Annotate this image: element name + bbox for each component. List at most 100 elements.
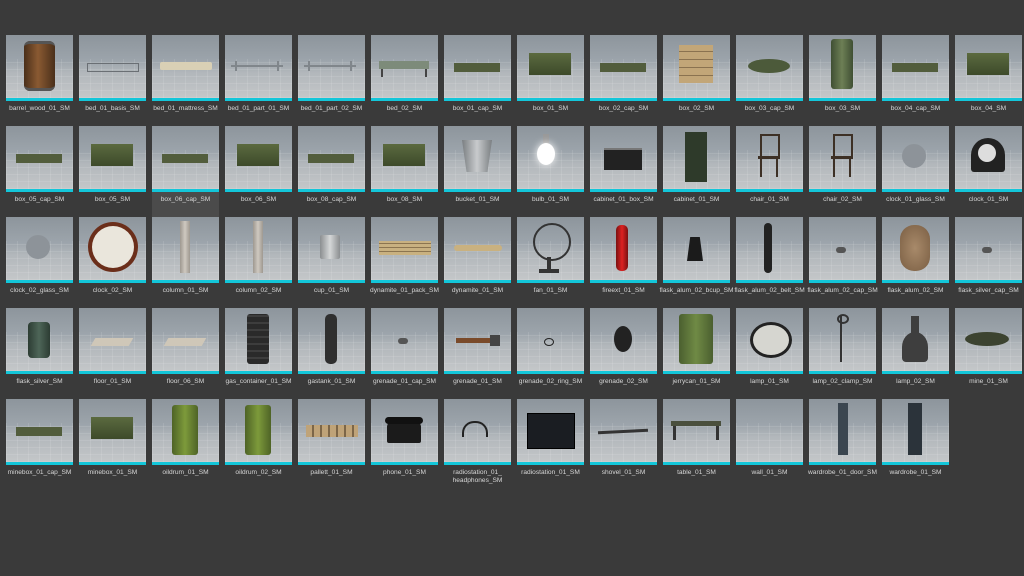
- asset-tile[interactable]: box_08_cap_SM: [298, 126, 365, 217]
- asset-type-bar: [809, 280, 876, 283]
- lamp-clamp-icon: [809, 308, 876, 371]
- asset-type-bar: [736, 462, 803, 465]
- flask-cup-icon: [663, 217, 730, 280]
- asset-tile[interactable]: box_04_SM: [955, 35, 1022, 126]
- asset-tile[interactable]: bulb_01_SM: [517, 126, 584, 217]
- asset-tile[interactable]: cabinet_01_box_SM: [590, 126, 657, 217]
- asset-tile[interactable]: grenade_01_SM: [444, 308, 511, 399]
- asset-tile[interactable]: box_01_SM: [517, 35, 584, 126]
- asset-label: box_03_cap_SM: [744, 105, 795, 112]
- asset-tile[interactable]: bed_01_part_01_SM: [225, 35, 292, 126]
- asset-tile[interactable]: column_01_SM: [152, 217, 219, 308]
- cot-icon: [371, 35, 438, 98]
- asset-tile[interactable]: box_06_SM: [225, 126, 292, 217]
- asset-tile[interactable]: lamp_02_SM: [882, 308, 949, 399]
- asset-tile[interactable]: clock_01_SM: [955, 126, 1022, 217]
- asset-tile[interactable]: flask_silver_cap_SM: [955, 217, 1022, 308]
- asset-thumbnail: [809, 308, 876, 371]
- asset-tile[interactable]: box_02_SM: [663, 35, 730, 126]
- asset-thumbnail: [298, 399, 365, 462]
- asset-label: gastank_01_SM: [307, 378, 356, 385]
- asset-tile[interactable]: box_03_cap_SM: [736, 35, 803, 126]
- asset-tile[interactable]: wall_01_SM: [736, 399, 803, 490]
- asset-tile[interactable]: wardrobe_01_SM: [882, 399, 949, 490]
- asset-type-bar: [79, 98, 146, 101]
- asset-label: radiostation_01_ headphones_SM: [452, 469, 503, 484]
- asset-tile[interactable]: box_02_cap_SM: [590, 35, 657, 126]
- asset-tile[interactable]: dynamite_01_SM: [444, 217, 511, 308]
- asset-tile[interactable]: box_05_cap_SM: [6, 126, 73, 217]
- asset-thumbnail: [79, 217, 146, 280]
- asset-tile[interactable]: flask_alum_02_cap_SM: [807, 217, 878, 308]
- fire-extinguisher-icon: [590, 217, 657, 280]
- asset-tile[interactable]: gastank_01_SM: [298, 308, 365, 399]
- asset-tile[interactable]: box_04_cap_SM: [882, 35, 949, 126]
- asset-tile[interactable]: bed_01_basis_SM: [79, 35, 146, 126]
- asset-tile[interactable]: bed_01_mattress_SM: [152, 35, 219, 126]
- asset-tile[interactable]: lamp_02_clamp_SM: [809, 308, 876, 399]
- box-icon: [371, 126, 438, 189]
- asset-tile[interactable]: oildrum_02_SM: [225, 399, 292, 490]
- asset-tile[interactable]: cup_01_SM: [298, 217, 365, 308]
- asset-tile[interactable]: flask_silver_SM: [6, 308, 73, 399]
- asset-tile[interactable]: grenade_02_SM: [590, 308, 657, 399]
- asset-tile[interactable]: radiostation_01_SM: [517, 399, 584, 490]
- asset-tile[interactable]: wardrobe_01_door_SM: [808, 399, 877, 490]
- asset-tile[interactable]: flask_alum_02_SM: [882, 217, 949, 308]
- asset-tile[interactable]: chair_01_SM: [736, 126, 803, 217]
- asset-type-bar: [663, 189, 730, 192]
- asset-tile[interactable]: grenade_02_ring_SM: [517, 308, 584, 399]
- asset-tile[interactable]: flask_alum_02_bcup_SM: [659, 217, 734, 308]
- asset-thumbnail: [371, 217, 438, 280]
- asset-tile[interactable]: box_01_cap_SM: [444, 35, 511, 126]
- asset-tile[interactable]: cabinet_01_SM: [663, 126, 730, 217]
- asset-tile[interactable]: box_06_cap_SM: [152, 126, 219, 217]
- cabinet-icon: [663, 126, 730, 189]
- asset-tile[interactable]: minebox_01_SM: [79, 399, 146, 490]
- asset-tile[interactable]: clock_02_glass_SM: [6, 217, 73, 308]
- asset-tile[interactable]: floor_06_SM: [152, 308, 219, 399]
- asset-tile[interactable]: pallett_01_SM: [298, 399, 365, 490]
- asset-tile[interactable]: mine_01_SM: [955, 308, 1022, 399]
- asset-label: box_02_cap_SM: [598, 105, 649, 112]
- box-lid-icon: [590, 35, 657, 98]
- asset-tile[interactable]: shovel_01_SM: [590, 399, 657, 490]
- asset-tile[interactable]: fan_01_SM: [517, 217, 584, 308]
- asset-tile[interactable]: dynamite_01_pack_SM: [370, 217, 439, 308]
- asset-tile[interactable]: oildrum_01_SM: [152, 399, 219, 490]
- asset-tile[interactable]: table_01_SM: [663, 399, 730, 490]
- box-icon: [225, 126, 292, 189]
- asset-tile[interactable]: grenade_01_cap_SM: [371, 308, 438, 399]
- asset-tile[interactable]: clock_01_glass_SM: [882, 126, 949, 217]
- asset-tile[interactable]: lamp_01_SM: [736, 308, 803, 399]
- asset-tile[interactable]: bucket_01_SM: [444, 126, 511, 217]
- asset-tile[interactable]: bed_01_part_02_SM: [298, 35, 365, 126]
- asset-tile[interactable]: phone_01_SM: [371, 399, 438, 490]
- asset-tile[interactable]: box_05_SM: [79, 126, 146, 217]
- asset-type-bar: [371, 462, 438, 465]
- asset-tile[interactable]: gas_container_01_SM: [225, 308, 292, 399]
- asset-tile[interactable]: minebox_01_cap_SM: [6, 399, 73, 490]
- asset-tile[interactable]: flask_alum_02_belt_SM: [734, 217, 805, 308]
- asset-thumbnail: [590, 308, 657, 371]
- asset-tile[interactable]: chair_02_SM: [809, 126, 876, 217]
- asset-label: bed_01_mattress_SM: [153, 105, 218, 112]
- asset-tile[interactable]: fireext_01_SM: [590, 217, 657, 308]
- asset-tile[interactable]: column_02_SM: [225, 217, 292, 308]
- asset-tile[interactable]: floor_01_SM: [79, 308, 146, 399]
- asset-type-bar: [882, 189, 949, 192]
- floor-tile-icon: [152, 308, 219, 371]
- asset-tile[interactable]: clock_02_SM: [79, 217, 146, 308]
- asset-label: cabinet_01_box_SM: [593, 196, 654, 203]
- asset-type-bar: [736, 98, 803, 101]
- asset-tile[interactable]: bed_02_SM: [371, 35, 438, 126]
- asset-tile[interactable]: box_03_SM: [809, 35, 876, 126]
- round-lid-icon: [736, 35, 803, 98]
- mattress-icon: [152, 35, 219, 98]
- asset-label: box_01_cap_SM: [452, 105, 503, 112]
- asset-label: fan_01_SM: [533, 287, 568, 294]
- asset-tile[interactable]: barrel_wood_01_SM: [6, 35, 73, 126]
- asset-tile[interactable]: radiostation_01_ headphones_SM: [444, 399, 511, 490]
- asset-tile[interactable]: jerrycan_01_SM: [663, 308, 730, 399]
- asset-tile[interactable]: box_08_SM: [371, 126, 438, 217]
